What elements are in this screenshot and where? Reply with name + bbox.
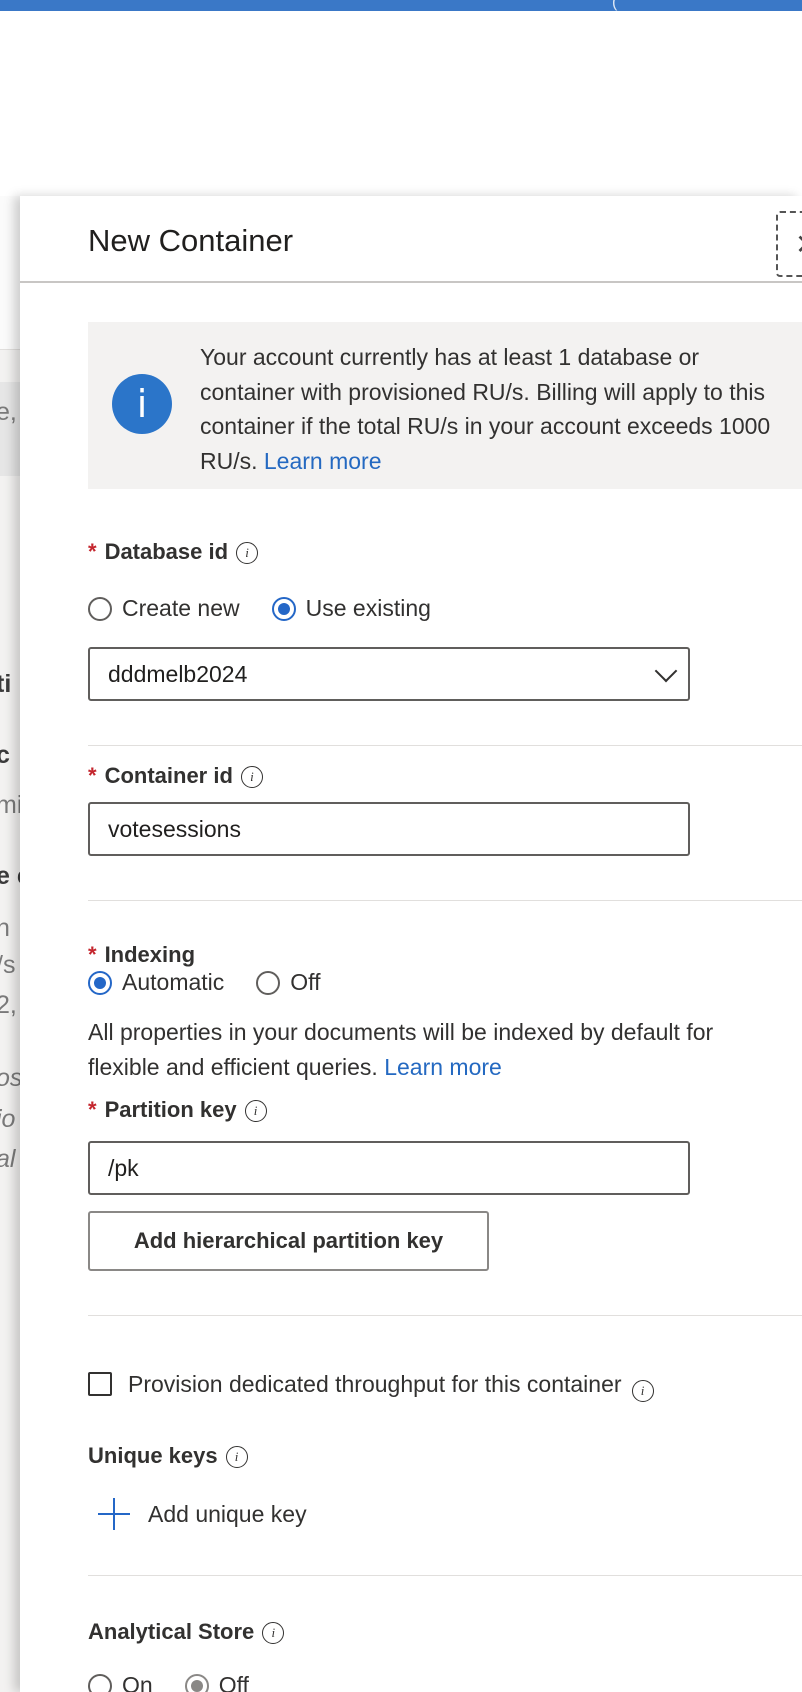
partition-key-input[interactable]: /pk	[88, 1141, 690, 1195]
background-gray-block	[0, 382, 22, 476]
unique-keys-label: Unique keys i	[88, 1443, 248, 1469]
add-hierarchical-partition-key-button[interactable]: Add hierarchical partition key	[88, 1211, 489, 1271]
radio-analytical-on[interactable]: On	[88, 1672, 153, 1692]
background-text: /s	[0, 951, 16, 979]
partition-key-label-text: Partition key	[104, 1097, 237, 1122]
background-text: c	[0, 741, 10, 769]
radio-use-existing[interactable]: Use existing	[271, 595, 431, 622]
top-bar: (	[0, 0, 802, 11]
indexing-label-text: Indexing	[104, 942, 196, 967]
background-text: 2,	[0, 991, 17, 1019]
info-tooltip-icon[interactable]: i	[240, 766, 263, 789]
radio-button-selected[interactable]	[184, 1673, 209, 1692]
background-text: al	[0, 1145, 16, 1173]
radio-label: Off	[218, 1672, 249, 1692]
container-id-value: votesessions	[108, 816, 241, 842]
container-id-label-text: Container id	[104, 763, 233, 788]
database-id-dropdown[interactable]: dddmelb2024	[88, 647, 690, 701]
radio-button-selected[interactable]	[88, 970, 112, 995]
dedicated-throughput-option[interactable]: Provision dedicated throughput for this …	[88, 1366, 654, 1402]
indexing-label: * Indexing	[88, 942, 195, 968]
required-mark: *	[88, 539, 97, 564]
learn-more-link[interactable]: Learn more	[384, 1054, 502, 1080]
section-divider	[88, 1315, 802, 1316]
radio-label: Automatic	[122, 969, 225, 995]
radio-label: On	[122, 1672, 153, 1692]
background-text: n	[0, 914, 10, 942]
add-unique-key-label: Add unique key	[148, 1500, 307, 1527]
database-id-value: dddmelb2024	[108, 661, 248, 687]
background-text: io	[0, 1105, 16, 1133]
add-unique-key-button[interactable]: Add unique key	[98, 1498, 307, 1530]
radio-button[interactable]	[256, 970, 281, 995]
chevron-down-icon	[654, 659, 678, 683]
section-divider	[88, 745, 802, 746]
required-mark: *	[88, 1097, 97, 1122]
database-mode-radio-group: Create new Use existing	[88, 595, 463, 622]
section-divider	[88, 1575, 802, 1576]
required-mark: *	[88, 763, 97, 788]
close-button[interactable]: ✕	[776, 211, 802, 277]
radio-button[interactable]	[88, 1673, 112, 1692]
partition-key-label: * Partition key i	[88, 1097, 267, 1123]
radio-button-selected[interactable]	[271, 596, 296, 621]
info-tooltip-icon[interactable]: i	[631, 1380, 654, 1402]
radio-indexing-off[interactable]: Off	[256, 969, 321, 996]
indexing-radio-group: Automatic Off	[88, 969, 353, 996]
close-icon: ✕	[795, 228, 802, 261]
indexing-description: All properties in your documents will be…	[88, 1015, 788, 1084]
background-header-strip	[0, 196, 22, 350]
new-container-panel: New Container ✕ i Your account currently…	[20, 196, 802, 1692]
checkbox-label: Provision dedicated throughput for this …	[128, 1370, 622, 1397]
page: ( e, ti c mi e c n /s 2, os io al New Co…	[0, 0, 802, 1692]
learn-more-link[interactable]: Learn more	[264, 448, 382, 474]
panel-title: New Container	[88, 223, 294, 258]
analytical-store-label-text: Analytical Store	[88, 1619, 255, 1644]
billing-info-banner: i Your account currently has at least 1 …	[88, 322, 802, 489]
dedicated-throughput-checkbox[interactable]	[88, 1372, 112, 1396]
info-tooltip-icon[interactable]: i	[225, 1446, 248, 1469]
info-tooltip-icon[interactable]: i	[236, 542, 259, 565]
radio-automatic[interactable]: Automatic	[88, 969, 224, 996]
radio-button[interactable]	[88, 596, 112, 621]
info-icon: i	[112, 374, 172, 434]
required-mark: *	[88, 942, 97, 967]
background-text: ti	[0, 670, 12, 698]
unique-keys-label-text: Unique keys	[88, 1443, 218, 1468]
radio-label: Off	[290, 969, 321, 995]
plus-icon	[98, 1498, 130, 1530]
section-divider	[88, 900, 802, 901]
container-id-label: * Container id i	[88, 763, 263, 789]
partition-key-value: /pk	[108, 1155, 139, 1181]
billing-info-text: Your account currently has at least 1 da…	[200, 340, 800, 478]
info-tooltip-icon[interactable]: i	[244, 1100, 267, 1123]
radio-create-new[interactable]: Create new	[88, 595, 240, 622]
topbar-glyph: (	[612, 0, 618, 11]
radio-label: Create new	[122, 595, 240, 621]
header-divider	[20, 281, 802, 283]
container-id-input[interactable]: votesessions	[88, 802, 690, 856]
radio-analytical-off[interactable]: Off	[184, 1672, 249, 1692]
radio-label: Use existing	[305, 595, 431, 621]
background-text: e,	[0, 398, 17, 426]
database-id-label: * Database id i	[88, 539, 259, 565]
analytical-store-radio-group: On Off	[88, 1672, 281, 1692]
analytical-store-label: Analytical Store i	[88, 1619, 285, 1645]
database-id-label-text: Database id	[104, 539, 229, 564]
info-tooltip-icon[interactable]: i	[262, 1622, 285, 1645]
